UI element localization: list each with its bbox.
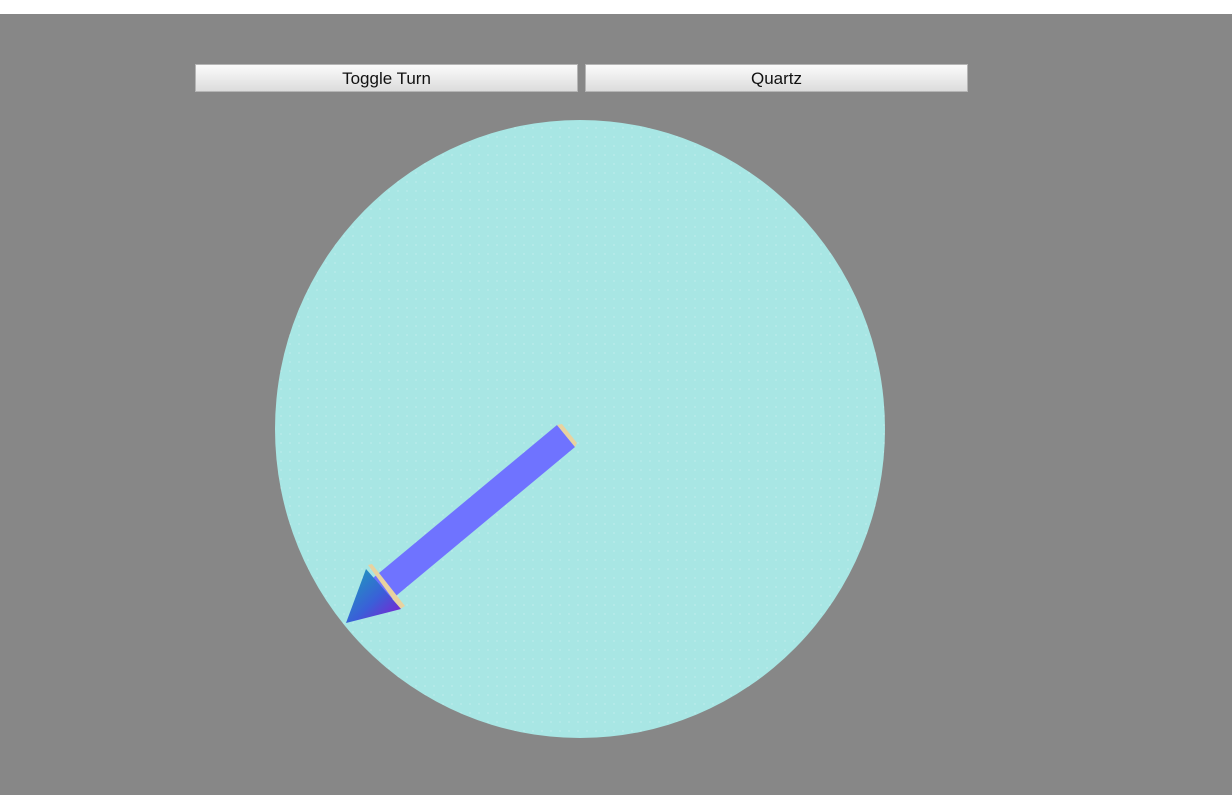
compass-scene xyxy=(275,120,885,738)
compass-dial xyxy=(275,120,885,738)
game-viewport: Toggle Turn Quartz xyxy=(0,14,1232,795)
